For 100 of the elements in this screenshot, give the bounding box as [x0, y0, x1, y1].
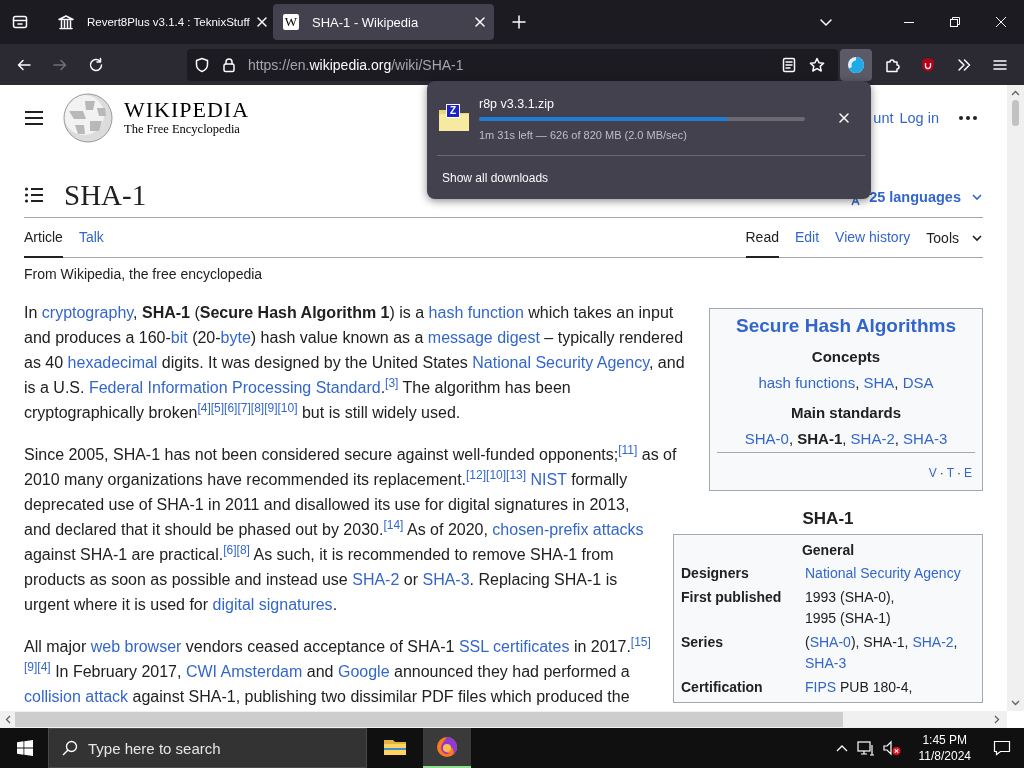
infobox-label: Certification [681, 678, 764, 697]
footnote-link[interactable]: [14] [383, 517, 404, 532]
link[interactable]: FIPS [805, 679, 837, 695]
link[interactable]: SHA-2 [912, 634, 954, 650]
reload-icon [88, 56, 104, 73]
menu-icon[interactable] [24, 108, 44, 128]
navbox-title[interactable]: Secure Hash Algorithms [717, 312, 975, 340]
infobox-value: FIPS PUB 180-4, [805, 678, 914, 697]
windows-logo[interactable] [17, 740, 33, 756]
link[interactable]: E [964, 466, 972, 480]
favicon: W [283, 14, 299, 30]
taskbar-app[interactable] [423, 728, 471, 768]
box-icon[interactable] [12, 14, 28, 30]
clock-time[interactable]: 1:45 PM [922, 732, 968, 748]
notification-icon[interactable] [993, 739, 1011, 757]
link[interactable]: Federal Information Processing Standard [88, 379, 381, 396]
link[interactable]: bit [170, 329, 188, 346]
link[interactable]: digital signatures [212, 596, 333, 613]
footnote-link[interactable]: [7] [237, 400, 251, 415]
network-icon[interactable] [856, 740, 875, 756]
volume-muted-icon[interactable] [882, 740, 901, 756]
navbar-links: V · T · E [927, 465, 973, 482]
horizontal-scrollbar[interactable] [0, 711, 1007, 728]
footnote-link[interactable]: [4] [197, 400, 211, 415]
footnote-link[interactable]: [11] [618, 442, 638, 457]
downloads-button[interactable] [840, 48, 872, 81]
double-chevron-icon [956, 56, 972, 73]
link[interactable]: web browser [90, 638, 182, 655]
vertical-scrollbar[interactable] [1007, 85, 1024, 711]
link[interactable]: message digest [427, 329, 540, 346]
link[interactable]: T [946, 466, 954, 480]
page-tab[interactable]: View history [835, 218, 911, 258]
restore-icon[interactable] [950, 17, 960, 27]
tools-menu[interactable]: Tools [926, 218, 983, 257]
page-tab[interactable]: Article [24, 218, 63, 258]
infobox-value: 1993 (SHA-0), 1995 (SHA-1) [805, 588, 896, 628]
page-tab[interactable]: Talk [78, 218, 104, 258]
footnote-link[interactable]: [13] [506, 467, 527, 482]
link[interactable]: unt [873, 110, 894, 126]
footnote-link[interactable]: [9] [264, 400, 278, 415]
footnote-link[interactable]: [8] [236, 542, 250, 557]
link[interactable]: SHA-3 [422, 571, 470, 588]
link[interactable]: chosen-prefix attacks [492, 521, 644, 538]
link[interactable]: hash function [428, 304, 524, 321]
link[interactable]: SHA-0 [744, 430, 789, 447]
link[interactable]: National Security Agency [472, 354, 649, 371]
contents-icon[interactable] [24, 185, 44, 205]
footnote-link[interactable]: [6] [223, 542, 237, 557]
shield-icon[interactable] [194, 56, 210, 73]
close-icon[interactable] [836, 110, 852, 126]
link[interactable]: DSA [902, 374, 934, 391]
wordmark[interactable]: WIKIPEDIA [124, 98, 250, 122]
show-all-downloads-link[interactable]: Show all downloads [442, 170, 549, 186]
link[interactable]: NIST [530, 471, 567, 488]
footnote-link[interactable]: [4] [37, 659, 51, 674]
close-icon[interactable] [996, 17, 1006, 27]
footnote-link[interactable]: [9] [24, 659, 38, 674]
link[interactable]: National Security Agency [805, 565, 961, 581]
clock-date[interactable]: 11/8/2024 [918, 748, 971, 764]
shield-icon [920, 56, 936, 73]
link[interactable]: CWI Amsterdam [185, 663, 303, 680]
link[interactable]: SHA-2 [850, 430, 895, 447]
link[interactable]: Google [337, 663, 390, 680]
reader-view-icon[interactable] [781, 56, 797, 73]
search-field[interactable]: Type here to search [48, 728, 367, 768]
infobox-label: Series [681, 633, 725, 652]
footnote-link[interactable]: [10] [486, 467, 507, 482]
footnote-link[interactable]: [3] [385, 375, 399, 390]
tagline: From Wikipedia, the free encyclopedia [24, 265, 264, 284]
link[interactable]: SHA-3 [805, 655, 847, 671]
infobox-label: Designers [681, 564, 750, 583]
plus-icon[interactable] [511, 14, 527, 30]
link[interactable]: hexadecimal [67, 354, 158, 371]
footnote-link[interactable]: [15] [630, 634, 651, 649]
link[interactable]: Log in [899, 110, 939, 126]
infobox-value: (SHA-0), SHA-1, SHA-2, SHA-3 [805, 633, 959, 673]
link[interactable]: V [928, 466, 937, 480]
link[interactable]: cryptography [41, 304, 134, 321]
browser-tab[interactable]: Revert8Plus v3.1.4 : TeknixStuff [48, 4, 269, 40]
site-tagline: The Free Encyclopedia [124, 122, 241, 136]
lock-icon[interactable] [221, 56, 237, 73]
navbox-heading: Concepts [810, 347, 882, 367]
browser-tab[interactable]: W SHA-1 - Wikipedia [273, 4, 494, 40]
url-text: https://en.wikipedia.org/wiki/SHA-1 [248, 56, 464, 73]
link[interactable]: collision attack [24, 688, 129, 705]
close-icon[interactable] [472, 14, 488, 30]
star-icon[interactable] [809, 56, 825, 73]
link[interactable]: SHA-3 [903, 430, 948, 447]
link[interactable]: byte [220, 329, 251, 346]
footnote-link[interactable]: [10] [277, 400, 298, 415]
address-bar[interactable]: https://en.wikipedia.org/wiki/SHA-1 [187, 48, 838, 81]
link[interactable]: SHA-0 [809, 634, 851, 650]
link[interactable]: SHA-2 [352, 571, 400, 588]
footnote-link[interactable]: [6] [224, 400, 238, 415]
page-tab[interactable]: Read [745, 218, 779, 258]
page-tab[interactable]: Edit [794, 218, 820, 258]
link[interactable]: SSL certificates [458, 638, 570, 655]
footnote-link[interactable]: [12] [466, 467, 487, 482]
footnote-link[interactable]: [8] [250, 400, 265, 415]
footnote-link[interactable]: [5] [210, 400, 225, 415]
